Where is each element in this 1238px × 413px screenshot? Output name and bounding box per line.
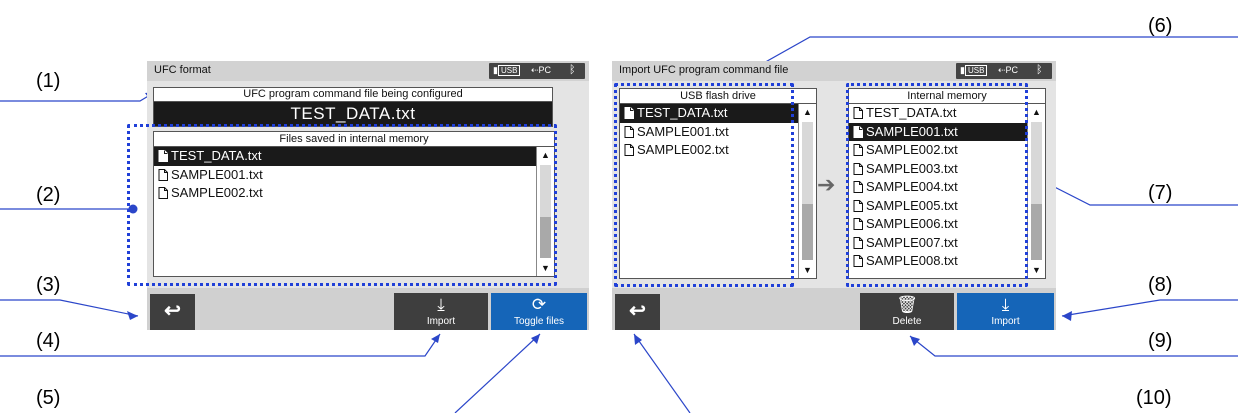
bluetooth-icon: ᛒ bbox=[569, 64, 576, 76]
transfer-arrow-icon: ➔ bbox=[817, 172, 836, 197]
toggle-files-button-label: Toggle files bbox=[513, 316, 565, 327]
scroll-down-icon[interactable]: ▼ bbox=[1028, 262, 1045, 278]
left-screen: UFC format ▮ USB ⇠PC ᛒ UFC program comman… bbox=[127, 61, 589, 330]
callout-8: (8) bbox=[1148, 274, 1173, 296]
usb-status-icon: ▮ USB bbox=[493, 65, 521, 76]
right-title-bar: Import UFC program command file ▮ USB ⇠PC… bbox=[612, 61, 1056, 81]
callout-5: (5) bbox=[36, 387, 61, 409]
memory-files-scrollbar[interactable]: ▲ ▼ bbox=[1027, 104, 1045, 278]
scroll-down-icon[interactable]: ▼ bbox=[799, 262, 816, 278]
callout-2-highlight bbox=[127, 124, 557, 286]
back-arrow-icon: ↩ bbox=[164, 300, 181, 322]
scroll-thumb[interactable] bbox=[1031, 204, 1042, 260]
right-screen-title: Import UFC program command file bbox=[619, 64, 789, 76]
back-arrow-icon: ↩ bbox=[629, 300, 646, 322]
callout-7-highlight bbox=[846, 83, 1028, 287]
configured-file-name: TEST_DATA.txt bbox=[154, 102, 552, 126]
callout-3: (3) bbox=[36, 274, 61, 296]
callout-7: (7) bbox=[1148, 182, 1173, 204]
scroll-thumb[interactable] bbox=[802, 204, 813, 260]
left-bottom-bar: ↩ ⤓ Import ⟳ Toggle files bbox=[147, 288, 589, 330]
bluetooth-icon: ᛒ bbox=[1036, 64, 1043, 76]
download-icon: ⤓ bbox=[437, 295, 445, 314]
callout-4: (4) bbox=[36, 330, 61, 352]
pc-status-icon: ⇠PC bbox=[531, 65, 552, 75]
callout-6-highlight bbox=[614, 83, 794, 287]
refresh-icon: ⟳ bbox=[531, 295, 547, 314]
import-button[interactable]: ⤓ Import bbox=[957, 293, 1054, 330]
callout-10: (10) bbox=[1136, 387, 1172, 409]
delete-button-label: Delete bbox=[892, 316, 922, 327]
scroll-up-icon[interactable]: ▲ bbox=[799, 104, 816, 120]
import-button-label: Import bbox=[991, 316, 1020, 327]
configured-file-label: UFC program command file being configure… bbox=[154, 88, 552, 102]
configured-file-panel: UFC program command file being configure… bbox=[153, 87, 553, 127]
back-button[interactable]: ↩ bbox=[150, 294, 195, 330]
usb-files-scrollbar[interactable]: ▲ ▼ bbox=[798, 104, 816, 278]
callout-9: (9) bbox=[1148, 330, 1173, 352]
trash-icon: 🗑 bbox=[896, 295, 918, 314]
callout-1: (1) bbox=[36, 70, 61, 92]
right-status-indicators: ▮ USB ⇠PC ᛒ bbox=[956, 63, 1052, 79]
download-icon: ⤓ bbox=[1001, 295, 1010, 314]
delete-button[interactable]: 🗑 Delete bbox=[860, 293, 954, 330]
right-screen: Import UFC program command file ▮ USB ⇠PC… bbox=[612, 61, 1056, 330]
usb-status-icon: ▮ USB bbox=[960, 65, 988, 76]
scroll-up-icon[interactable]: ▲ bbox=[1028, 104, 1045, 120]
back-button[interactable]: ↩ bbox=[615, 294, 660, 330]
import-button-label: Import bbox=[426, 316, 456, 327]
left-status-indicators: ▮ USB ⇠PC ᛒ bbox=[489, 63, 585, 79]
pc-status-icon: ⇠PC bbox=[998, 65, 1019, 75]
callout-6: (6) bbox=[1148, 15, 1173, 37]
left-screen-title: UFC format bbox=[154, 64, 211, 76]
right-bottom-bar: ↩ 🗑 Delete ⤓ Import bbox=[612, 288, 1056, 330]
callout-2: (2) bbox=[36, 184, 61, 206]
left-title-bar: UFC format ▮ USB ⇠PC ᛒ bbox=[147, 61, 589, 81]
import-button[interactable]: ⤓ Import bbox=[394, 293, 488, 330]
toggle-files-button[interactable]: ⟳ Toggle files bbox=[491, 293, 587, 330]
